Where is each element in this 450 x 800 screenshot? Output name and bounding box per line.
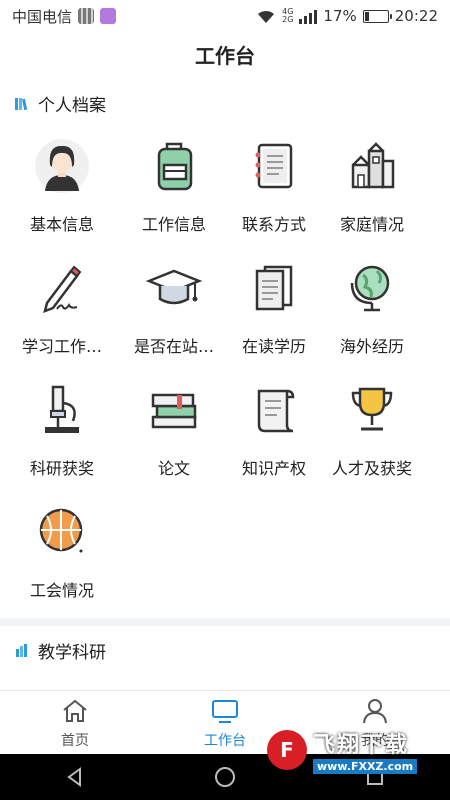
notebook-icon [245, 137, 303, 195]
grid-item-label: 家庭情况 [339, 215, 404, 234]
wifi-icon [258, 10, 275, 23]
grid-item-ip[interactable]: 知识产权 [218, 369, 330, 490]
grid-item-label: 知识产权 [241, 459, 306, 478]
tab-home[interactable]: 首页 [0, 691, 150, 754]
grid-item-label: 海外经历 [339, 337, 404, 356]
battery-percent: 17% [323, 7, 357, 25]
section-title: 个人档案 [38, 96, 106, 116]
grid-item-label: 基本信息 [29, 215, 94, 234]
section-header-teaching: 教学科研 [14, 638, 106, 663]
grid-item-label: 是否在站… [133, 337, 214, 356]
grid-item-label: 工作信息 [141, 215, 206, 234]
carrier-name: 中国电信 [12, 7, 73, 26]
grid-item-basic-info[interactable]: 基本信息 [6, 125, 118, 246]
trophy-icon [343, 381, 401, 439]
back-icon[interactable] [63, 765, 87, 789]
section-header-personal: 个人档案 [14, 91, 106, 116]
home-circle-icon[interactable] [213, 765, 237, 789]
app-notification-icon [100, 8, 117, 24]
battery-icon [362, 9, 392, 23]
monitor-icon [212, 699, 238, 723]
clock: 20:22 [394, 7, 438, 25]
grid-item-family[interactable]: 家庭情况 [316, 125, 428, 246]
watermark-text: 飞翔下载 [313, 732, 410, 758]
house-icon [343, 137, 401, 195]
grid-item-label: 工会情况 [29, 581, 94, 600]
scroll-icon [245, 381, 303, 439]
grid-item-overseas[interactable]: 海外经历 [316, 247, 428, 368]
grid-item-papers[interactable]: 论文 [118, 369, 230, 490]
tab-label: 工作台 [204, 732, 246, 749]
grid-item-on-station[interactable]: 是否在站… [118, 247, 230, 368]
microscope-icon [33, 381, 91, 439]
grid-item-contact[interactable]: 联系方式 [218, 125, 330, 246]
archive-icon [15, 97, 28, 110]
grid-item-label: 学习工作… [21, 337, 102, 356]
watermark-url: www.FXXZ.com [313, 758, 418, 774]
chart-bars-icon [16, 643, 27, 657]
tab-label: 首页 [61, 732, 89, 749]
section-divider [0, 618, 450, 626]
backpack-icon [145, 137, 203, 195]
document-stack-icon [245, 259, 303, 317]
section-title: 教学科研 [38, 643, 106, 663]
pencil-signature-icon [33, 259, 91, 317]
network-type: 4G 2G [282, 7, 294, 24]
grid-item-label: 在读学历 [241, 337, 306, 356]
signal-icon [299, 8, 318, 24]
person-avatar-icon [33, 137, 91, 195]
page-title: 工作台 [195, 43, 255, 68]
grid-item-label: 人才及获奖 [331, 459, 412, 478]
watermark-badge-icon: F [267, 730, 307, 770]
qr-notification-icon [78, 8, 95, 24]
home-icon [63, 699, 87, 722]
watermark-logo: F 飞翔下载 www.FXXZ.com [267, 720, 442, 780]
grid-item-study-work[interactable]: 学习工作… [6, 247, 118, 368]
globe-icon [343, 259, 401, 317]
grid-item-union[interactable]: 工会情况 [6, 491, 118, 612]
basketball-icon [33, 503, 91, 561]
grid-item-work-info[interactable]: 工作信息 [118, 125, 230, 246]
grid-item-label: 联系方式 [241, 215, 306, 234]
books-icon [145, 381, 203, 439]
grid-item-label: 科研获奖 [29, 459, 94, 478]
grid-item-label: 论文 [157, 459, 190, 478]
grid-item-current-degree[interactable]: 在读学历 [218, 247, 330, 368]
grid-item-research-award[interactable]: 科研获奖 [6, 369, 118, 490]
grid-item-talent-award[interactable]: 人才及获奖 [316, 369, 428, 490]
status-bar: 中国电信 4G 2G 17% 20:22 [0, 0, 450, 32]
graduation-cap-icon [145, 259, 203, 317]
